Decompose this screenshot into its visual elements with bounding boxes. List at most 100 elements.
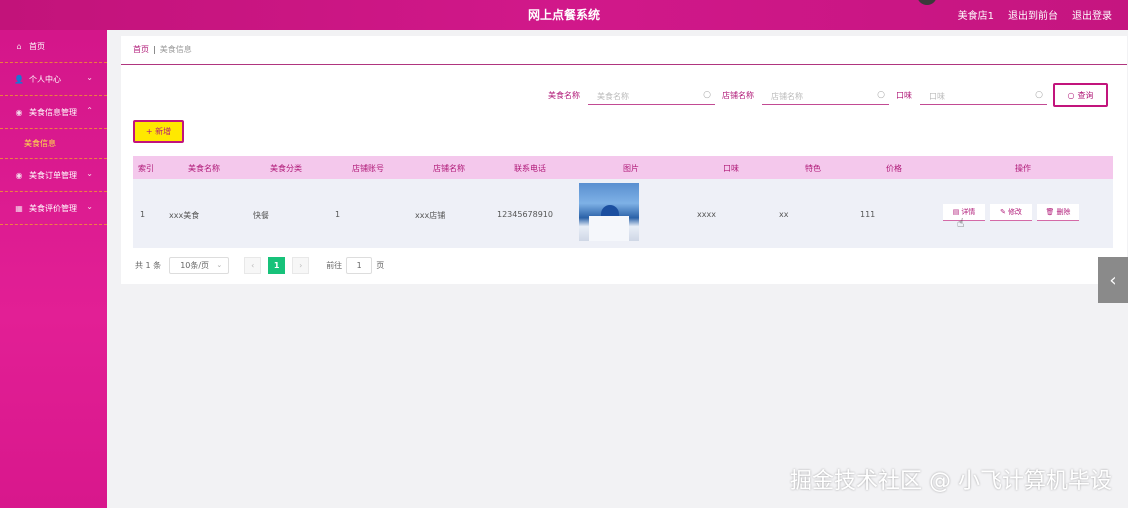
chevron-left-icon: ‹ xyxy=(251,260,255,270)
food-name-placeholder: 美食名称 xyxy=(597,92,629,101)
shop-name-input[interactable]: 店铺名称 ○ xyxy=(762,86,889,105)
sidebar-item-label: 个人中心 xyxy=(29,74,61,84)
breadcrumb: 首页 | 美食信息 xyxy=(133,44,192,55)
sidebar: ⌂ 首页 👤 个人中心 ⌄ ◉ 美食信息管理 ⌃ 美食信息 ◉ 美食订单管理 ⌄… xyxy=(0,30,107,508)
column-header: 美食分类 xyxy=(270,164,302,173)
cell-phone: 12345678910 xyxy=(497,210,553,219)
column-header: 美食名称 xyxy=(188,164,220,173)
page-size-select[interactable]: 10条/页 ⌄ xyxy=(169,256,230,274)
collapse-panel-toggle[interactable]: ‹ xyxy=(1098,257,1128,303)
avatar[interactable] xyxy=(917,0,937,5)
cell-shop-name: xxx店铺 xyxy=(415,211,446,220)
goto-label: 前往 xyxy=(326,260,343,270)
breadcrumb-divider xyxy=(121,64,1127,65)
hand-cursor-icon: ☝ xyxy=(957,216,965,230)
chevron-down-icon: ⌄ xyxy=(86,73,93,82)
sidebar-item-review-management[interactable]: ▦ 美食评价管理 ⌄ xyxy=(0,192,107,225)
chevron-down-icon: ⌄ xyxy=(86,202,93,211)
search-bar: 美食名称 美食名称 ○ 店铺名称 店铺名称 ○ 口味 口味 ○ ○ 查询 xyxy=(121,83,1127,109)
breadcrumb-current: 美食信息 xyxy=(159,45,192,54)
food-image xyxy=(579,183,639,241)
order-icon: ◉ xyxy=(15,170,23,180)
page-size-value: 10条/页 xyxy=(180,260,210,270)
cell-price: 111 xyxy=(860,210,876,219)
cell-feature: xx xyxy=(779,210,789,219)
sidebar-item-label: 美食订单管理 xyxy=(29,170,77,180)
query-button-label: 查询 xyxy=(1077,90,1094,100)
logout-link[interactable]: 退出登录 xyxy=(1072,7,1112,22)
table-header: 索引 美食名称 美食分类 店铺账号 店铺名称 联系电话 图片 口味 特色 价格 … xyxy=(133,156,1113,179)
image-building xyxy=(589,216,629,241)
main-content: 首页 | 美食信息 美食名称 美食名称 ○ 店铺名称 店铺名称 ○ 口味 口味 ○ … xyxy=(121,36,1127,284)
delete-button-label: 删除 xyxy=(1056,208,1071,216)
search-icon: ○ xyxy=(877,90,885,100)
edit-button-label: 修改 xyxy=(1007,208,1022,216)
column-header: 口味 xyxy=(723,164,739,173)
cell-index: 1 xyxy=(140,210,146,219)
edit-button[interactable]: ✎ 修改 xyxy=(990,204,1032,221)
food-table: 索引 美食名称 美食分类 店铺账号 店铺名称 联系电话 图片 口味 特色 价格 … xyxy=(133,156,1113,248)
column-header: 图片 xyxy=(623,164,639,173)
taste-input[interactable]: 口味 ○ xyxy=(920,86,1047,105)
trash-icon: 🗑 xyxy=(1045,208,1055,216)
cell-shop-account: 1 xyxy=(335,210,341,219)
sidebar-item-label: 美食信息管理 xyxy=(29,107,77,117)
cell-category: 快餐 xyxy=(253,211,269,220)
back-to-front-link[interactable]: 退出到前台 xyxy=(1008,7,1058,22)
watermark: 掘金技术社区 @ 小飞计算机毕设 xyxy=(790,469,1112,494)
add-button[interactable]: + 新增 xyxy=(133,120,184,143)
table-row: 1 xxx美食 快餐 1 xxx店铺 12345678910 xxxx xx 1… xyxy=(133,179,1113,248)
sidebar-item-label: 美食评价管理 xyxy=(29,203,77,213)
sidebar-item-label: 首页 xyxy=(29,41,45,51)
search-icon: ○ xyxy=(703,90,711,100)
top-bar: 网上点餐系统 美食店1 退出到前台 退出登录 xyxy=(0,0,1128,30)
shop-name-placeholder: 店铺名称 xyxy=(771,92,803,101)
page-suffix: 页 xyxy=(376,260,385,270)
chevron-right-icon: › xyxy=(299,260,303,270)
chevron-up-icon: ⌃ xyxy=(86,106,93,115)
shop-user-link[interactable]: 美食店1 xyxy=(958,7,994,22)
info-icon: ◉ xyxy=(15,107,23,117)
home-icon: ⌂ xyxy=(16,41,22,51)
goto-page-input[interactable]: 1 xyxy=(346,256,373,274)
document-icon: ▤ xyxy=(952,208,960,216)
cell-food-name: xxx美食 xyxy=(169,211,200,220)
chevron-down-icon: ⌄ xyxy=(216,260,223,269)
column-header: 价格 xyxy=(886,164,902,173)
search-icon: ○ xyxy=(1067,90,1075,100)
pagination: 共 1 条 10条/页 ⌄ ‹ 1 › 前往 1 页 xyxy=(135,256,384,274)
sidebar-item-personal-center[interactable]: 👤 个人中心 ⌄ xyxy=(0,63,107,96)
column-header: 操作 xyxy=(1015,164,1031,173)
sidebar-subitem-label: 美食信息 xyxy=(24,139,56,148)
column-header: 特色 xyxy=(805,164,821,173)
column-header: 店铺账号 xyxy=(352,164,384,173)
taste-placeholder: 口味 xyxy=(929,92,945,101)
shop-name-label: 店铺名称 xyxy=(722,91,754,100)
search-icon: ○ xyxy=(1035,90,1043,100)
sidebar-item-home[interactable]: ⌂ 首页 xyxy=(0,30,107,63)
column-header: 店铺名称 xyxy=(433,164,465,173)
taste-label: 口味 xyxy=(896,91,912,100)
prev-page-button[interactable]: ‹ xyxy=(244,256,262,274)
sidebar-item-food-info-management[interactable]: ◉ 美食信息管理 ⌃ xyxy=(0,96,107,129)
query-button[interactable]: ○ 查询 xyxy=(1053,83,1108,107)
delete-button[interactable]: 🗑 删除 xyxy=(1037,204,1079,221)
next-page-button[interactable]: › xyxy=(292,256,310,274)
cell-taste: xxxx xyxy=(697,210,716,219)
header-links: 美食店1 退出到前台 退出登录 xyxy=(958,7,1112,22)
pagination-total: 共 1 条 xyxy=(135,260,162,270)
user-icon: 👤 xyxy=(14,74,24,84)
review-icon: ▦ xyxy=(15,203,23,213)
column-header: 索引 xyxy=(138,164,154,173)
food-name-label: 美食名称 xyxy=(548,91,580,100)
chevron-left-icon: ‹ xyxy=(1109,269,1117,291)
edit-icon: ✎ xyxy=(1000,208,1006,216)
breadcrumb-home[interactable]: 首页 xyxy=(133,45,149,54)
page-number-button[interactable]: 1 xyxy=(268,256,286,274)
column-header: 联系电话 xyxy=(514,164,546,173)
food-name-input[interactable]: 美食名称 ○ xyxy=(588,86,715,105)
sidebar-item-order-management[interactable]: ◉ 美食订单管理 ⌄ xyxy=(0,159,107,192)
chevron-down-icon: ⌄ xyxy=(86,169,93,178)
sidebar-subitem-food-info[interactable]: 美食信息 xyxy=(0,129,107,159)
breadcrumb-separator: | xyxy=(153,45,156,54)
